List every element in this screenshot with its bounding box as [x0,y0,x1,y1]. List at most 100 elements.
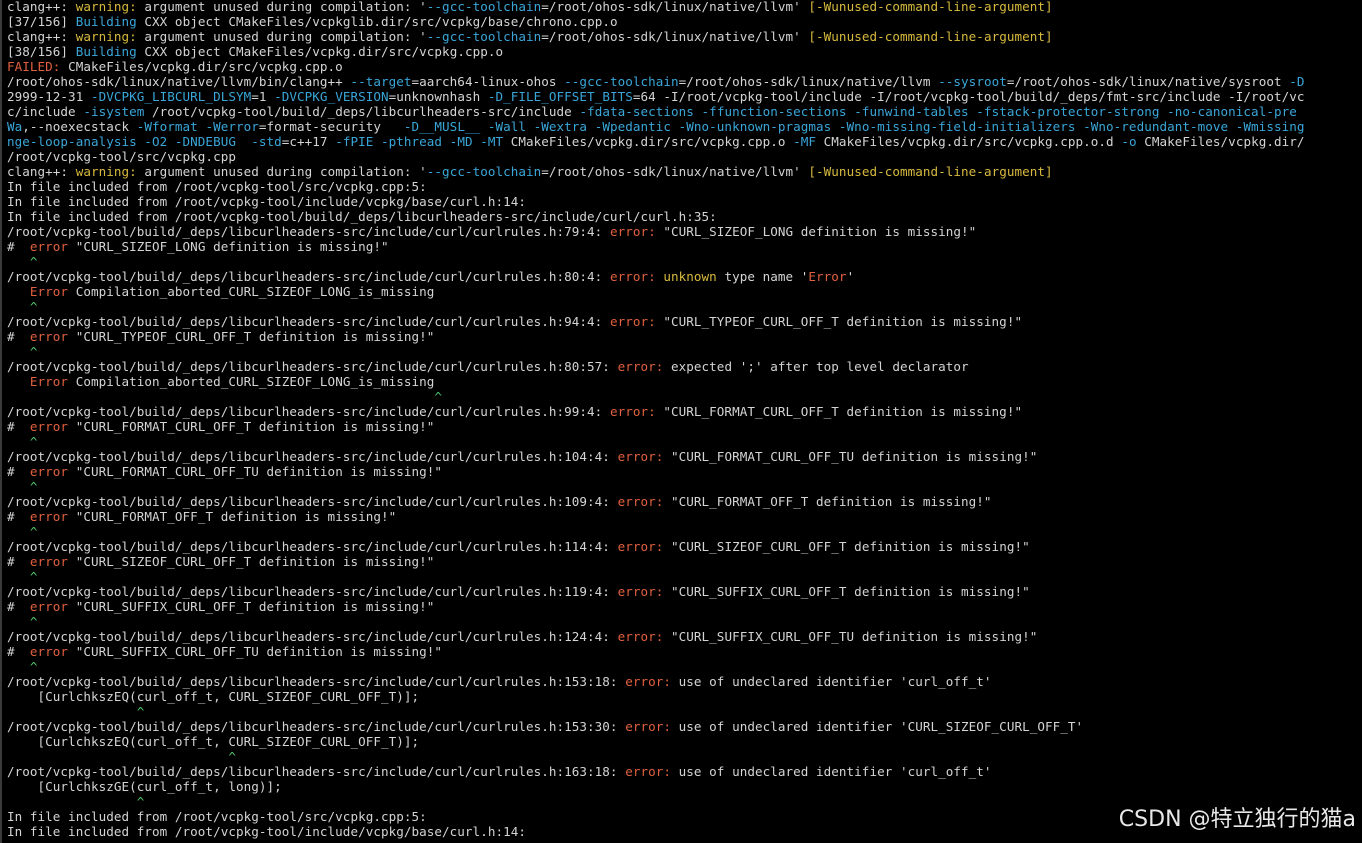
terminal-line: ^ [7,434,1362,449]
terminal-text-normal: c/include [7,104,84,119]
terminal-text-flag: -DVCPKG_VERSION [274,89,389,104]
terminal-line: [37/156] Building CXX object CMakeFiles/… [7,14,1362,29]
terminal-line: /root/vcpkg-tool/build/_deps/libcurlhead… [7,314,1362,329]
terminal-text-error: error [29,644,76,659]
terminal-line: In file included from /root/vcpkg-tool/s… [7,179,1362,194]
terminal-text-error: error [29,599,76,614]
terminal-text-error: error [29,329,76,344]
terminal-text-error: Error [808,269,847,284]
terminal-text-normal: In file included from /root/vcpkg-tool/b… [7,209,717,224]
terminal-line: ^ [7,254,1362,269]
terminal-text-error: error [29,419,76,434]
terminal-line: ^ [7,299,1362,314]
terminal-text-normal: CXX object CMakeFiles/vcpkg.dir/src/vcpk… [144,44,504,59]
terminal-text-flag: --gcc-toolchain [564,74,679,89]
terminal-line: /root/vcpkg-tool/build/_deps/libcurlhead… [7,674,1362,689]
terminal-text-caret: ^ [7,614,38,629]
terminal-text-warning: [-Wunused-command-line-argument] [808,29,1053,44]
terminal-text-flag: Wa [7,119,23,134]
terminal-text-normal: "CURL_TYPEOF_CURL_OFF_T definition is mi… [75,329,435,344]
terminal-text-normal: =c++17 [281,134,336,149]
terminal-line: [38/156] Building CXX object CMakeFiles/… [7,44,1362,59]
terminal-text-error: error: [609,314,664,329]
terminal-line: In file included from /root/vcpkg-tool/i… [7,194,1362,209]
terminal-text-normal: =64 -I/root/vcpkg-tool/include -I/root/v… [632,89,1305,104]
terminal-line: Wa,--noexecstack -Wformat -Werror=format… [7,119,1362,134]
terminal-text-normal: /root/vcpkg-tool/build/_deps/libcurlhead… [7,539,618,554]
terminal-line: # error "CURL_SUFFIX_CURL_OFF_T definiti… [7,599,1362,614]
terminal-text-normal: # [7,599,30,614]
terminal-text-flag: -fdata-sections -ffunction-sections -fun… [579,104,1297,119]
terminal-text-normal: [CurlchkszEQ(curl_off_t, CURL_SIZEOF_CUR… [7,734,420,749]
terminal-line: clang++: warning: argument unused during… [7,0,1362,14]
terminal-text-normal: /root/vcpkg-tool/build/_deps/libcurlhead… [7,449,618,464]
terminal-line: /root/vcpkg-tool/build/_deps/libcurlhead… [7,719,1362,734]
terminal-text-normal: CXX object CMakeFiles/vcpkglib.dir/src/v… [144,14,618,29]
terminal-text-normal: "CURL_FORMAT_OFF_T definition is missing… [75,509,397,524]
terminal-line: ^ [7,524,1362,539]
terminal-line: ^ [7,479,1362,494]
terminal-line: /root/vcpkg-tool/build/_deps/libcurlhead… [7,224,1362,239]
terminal-text-normal: "CURL_FORMAT_CURL_OFF_T definition is mi… [75,419,435,434]
terminal-text-caret: ^ [7,479,38,494]
terminal-line: ^ [7,749,1362,764]
terminal-text-error: error: [617,629,672,644]
terminal-text-error: error: [617,359,672,374]
terminal-text-error: error [29,509,76,524]
terminal-text-caret: ^ [7,659,38,674]
terminal-text-caret: ^ [7,794,145,809]
terminal-text-normal: "CURL_FORMAT_CURL_OFF_TU definition is m… [75,464,443,479]
terminal-text-normal: In file included from /root/vcpkg-tool/i… [7,824,526,839]
terminal-text-error: error: [617,494,672,509]
terminal-text-error: error [29,239,76,254]
terminal-text-normal: /root/vcpkg-tool/build/_deps/libcurlhead… [7,269,610,284]
terminal-text-flag: --target [350,74,412,89]
terminal-text-normal: Compilation_aborted_CURL_SIZEOF_LONG_is_… [75,284,435,299]
terminal-text-normal: =unknownhash [388,89,488,104]
terminal-text-error: error [29,464,76,479]
terminal-line: /root/vcpkg-tool/build/_deps/libcurlhead… [7,539,1362,554]
terminal-text-caret: ^ [7,254,38,269]
terminal-line: ^ [7,614,1362,629]
terminal-text-normal: =/root/ohos-sdk/linux/native/llvm' [541,0,809,14]
terminal-text-normal: /root/vcpkg-tool/build/_deps/libcurlhead… [7,719,626,734]
terminal-text-normal: Compilation_aborted_CURL_SIZEOF_LONG_is_… [75,374,435,389]
terminal-text-caret: ^ [7,299,38,314]
terminal-text-normal: # [7,644,30,659]
terminal-line: # error "CURL_SUFFIX_CURL_OFF_TU definit… [7,644,1362,659]
terminal-text-normal: /root/vcpkg-tool/build/_deps/libcurlhead… [7,494,618,509]
terminal-text-error: error [29,554,76,569]
terminal-text-normal: [38/156] [7,44,76,59]
terminal-text-normal: argument unused during compilation: ' [144,164,427,179]
terminal-text-failed: FAILED: [7,59,69,74]
terminal-line: ^ [7,704,1362,719]
terminal-line: Error Compilation_aborted_CURL_SIZEOF_LO… [7,284,1362,299]
terminal-text-flag: -o [1121,134,1145,149]
terminal-text-normal: CMakeFiles/vcpkg.dir/ [1144,134,1305,149]
terminal-line: /root/vcpkg-tool/build/_deps/libcurlhead… [7,359,1362,374]
terminal-text-normal: /root/vcpkg-tool/build/_deps/libcurlhead… [7,224,610,239]
terminal-line: # error "CURL_TYPEOF_CURL_OFF_T definiti… [7,329,1362,344]
terminal-text-error: error: [617,449,672,464]
terminal-text-cyan: --gcc-toolchain [426,29,542,44]
terminal-text-normal: # [7,329,30,344]
terminal-text-normal: CMakeFiles/vcpkg.dir/src/vcpkg.cpp.o [68,59,343,74]
terminal-line: # error "CURL_SIZEOF_CURL_OFF_T definiti… [7,554,1362,569]
terminal-text-normal: In file included from /root/vcpkg-tool/s… [7,809,427,824]
csdn-watermark: CSDN @特立独行的猫a [1118,807,1356,832]
terminal-line: /root/vcpkg-tool/build/_deps/libcurlhead… [7,584,1362,599]
terminal-text-error: error: [625,719,679,734]
terminal-line: In file included from /root/vcpkg-tool/b… [7,209,1362,224]
terminal-text-normal: "CURL_TYPEOF_CURL_OFF_T definition is mi… [663,314,1023,329]
terminal-line: nge-loop-analysis -O2 -DNDEBUG -std=c++1… [7,134,1362,149]
terminal-text-normal [7,374,30,389]
terminal-line: /root/vcpkg-tool/build/_deps/libcurlhead… [7,449,1362,464]
terminal-text-error: error: [609,269,664,284]
terminal-window[interactable]: clang++: warning: argument unused during… [0,0,1362,843]
terminal-text-flag: -DVCPKG_LIBCURL_DLSYM [90,89,252,104]
terminal-text-normal: /root/vcpkg-tool/build/_deps/libcurlhead… [7,629,618,644]
terminal-text-flag: -D__MUSL__ -Wall -Wextra -Wpedantic -Wno… [403,119,1305,134]
terminal-text-normal: # [7,464,30,479]
terminal-text-normal: [37/156] [7,14,76,29]
terminal-text-normal: "CURL_SUFFIX_CURL_OFF_T definition is mi… [75,599,435,614]
